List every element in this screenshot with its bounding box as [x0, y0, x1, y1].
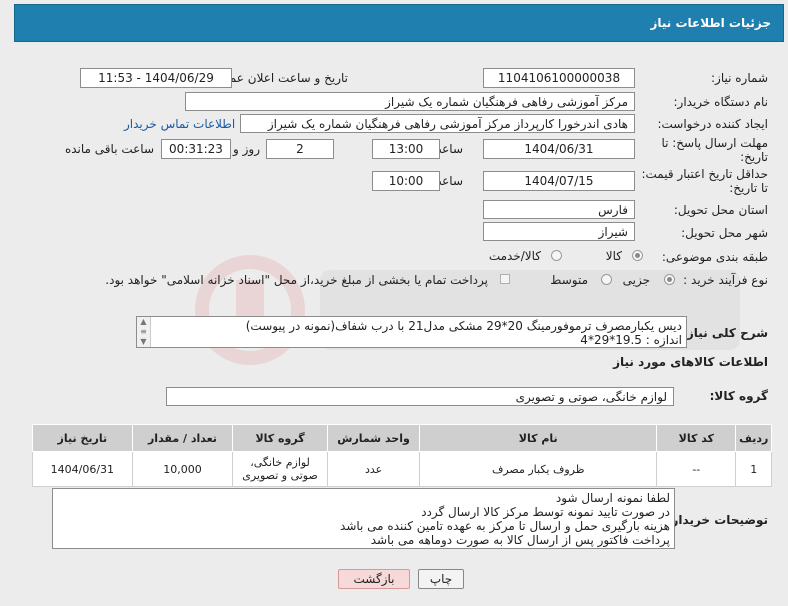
treasury-payment-checkbox[interactable] [500, 274, 510, 284]
description-line-1: دیس یکبارمصرف ترموفورمینگ 20*29 مشکی مدل… [245, 319, 682, 333]
deadline-label: مهلت ارسال پاسخ: تا [661, 136, 768, 150]
min-validity-label-date: تا تاریخ: [729, 181, 768, 195]
cell-code: -- [656, 451, 737, 487]
watermark-logo [195, 255, 740, 365]
category-goods-service-label: کالا/خدمت [488, 249, 541, 263]
table-row[interactable]: 1 -- ظروف یکبار مصرف عدد لوازم خانگی، صو… [32, 451, 772, 487]
goods-section-title: اطلاعات کالاهای مورد نیاز [613, 355, 768, 369]
cell-date: 1404/06/31 [32, 451, 133, 487]
category-goods-radio[interactable] [632, 250, 643, 261]
page-title: جزئیات اطلاعات نیاز [650, 16, 771, 30]
col-name: نام کالا [419, 424, 658, 452]
col-qty: تعداد / مقدار [131, 424, 234, 452]
treasury-payment-note: پرداخت تمام یا بخشی از مبلغ خرید،از محل … [105, 273, 488, 287]
request-creator-field: هادی اندرخورا کارپرداز مرکز آموزشی رفاهی… [240, 114, 635, 133]
cell-name: ظروف یکبار مصرف [419, 451, 658, 487]
scroll-up-icon: ▲ [140, 317, 147, 326]
buyer-note-line: در صورت تایید نمونه توسط مرکز کالا ارسال… [421, 505, 670, 519]
col-date: تاریخ نیاز [32, 424, 133, 452]
goods-group-label: گروه کالا: [709, 389, 768, 403]
page-header: جزئیات اطلاعات نیاز [14, 4, 784, 42]
cell-row: 1 [735, 451, 772, 487]
col-group: گروه کالا [232, 424, 328, 452]
col-row: ردیف [735, 424, 772, 452]
process-minor-label: جزیی [622, 273, 650, 287]
cell-qty: 10,000 [131, 451, 234, 487]
validity-time-field: 10:00 [372, 171, 440, 191]
remaining-time-field: 00:31:23 [161, 139, 231, 159]
purchase-process-label: نوع فرآیند خرید : [683, 273, 768, 287]
deadline-date-field: 1404/06/31 [483, 139, 635, 159]
cell-unit: عدد [326, 451, 421, 487]
category-goods-service-radio[interactable] [551, 250, 562, 261]
buyer-note-line: هزینه بارگیری حمل و ارسال تا مرکز به عهد… [340, 519, 670, 533]
description-line-2: اندازه : 19.5*29*4 [580, 333, 682, 347]
need-number-field: 1104106100000038 [483, 68, 635, 88]
city-field: شیراز [483, 222, 635, 241]
cell-group-line-2: صوتی و تصویری [242, 469, 318, 482]
remaining-time-label: ساعت باقی مانده [64, 142, 154, 156]
goods-group-field: لوازم خانگی، صوتی و تصویری [166, 387, 674, 406]
days-label: روز و [233, 142, 260, 156]
back-button[interactable]: بازگشت [338, 569, 410, 589]
province-label: استان محل تحویل: [673, 203, 768, 217]
buyer-org-label: نام دستگاه خریدار: [673, 95, 769, 109]
process-minor-radio[interactable] [664, 274, 675, 285]
buyer-notes-label: توضیحات خریدار: [666, 513, 768, 527]
description-label: شرح کلی نیاز: [682, 326, 768, 340]
category-goods-label: کالا [605, 249, 622, 263]
print-button[interactable]: چاپ [418, 569, 464, 589]
col-code: کد کالا [656, 424, 737, 452]
col-unit: واحد شمارش [326, 424, 421, 452]
scroll-grip-icon: ≡ [140, 327, 147, 336]
min-validity-label: حداقل تاریخ اعتبار قیمت: [641, 167, 768, 181]
goods-table-header: ردیف کد کالا نام کالا واحد شمارش گروه کا… [32, 424, 772, 452]
request-creator-label: ایجاد کننده درخواست: [657, 117, 768, 131]
buyer-note-line: پرداخت فاکتور پس از ارسال کالا به صورت د… [370, 533, 670, 547]
buyer-notes-textarea[interactable]: لطفا نمونه ارسال شود در صورت تایید نمونه… [52, 488, 675, 549]
process-medium-label: متوسط [550, 273, 588, 287]
announce-datetime-field: 1404/06/29 - 11:53 [80, 68, 232, 88]
description-textarea[interactable]: دیس یکبارمصرف ترموفورمینگ 20*29 مشکی مدل… [136, 316, 687, 348]
need-number-label: شماره نیاز: [711, 71, 768, 85]
cell-group-line-1: لوازم خانگی، [250, 456, 310, 469]
process-medium-radio[interactable] [601, 274, 612, 285]
category-label: طبقه بندی موضوعی: [661, 250, 768, 264]
buyer-contact-link[interactable]: اطلاعات تماس خریدار [124, 117, 235, 131]
city-label: شهر محل تحویل: [681, 226, 768, 240]
description-scrollbar[interactable]: ▲ ≡ ▼ [137, 317, 151, 347]
deadline-label-date: تاریخ: [740, 150, 768, 164]
cell-group: لوازم خانگی، صوتی و تصویری [232, 451, 328, 487]
remaining-days-field: 2 [266, 139, 334, 159]
goods-table: ردیف کد کالا نام کالا واحد شمارش گروه کا… [32, 424, 772, 487]
buyer-org-field: مرکز آموزشی رفاهی فرهنگیان شماره یک شیرا… [185, 92, 635, 111]
province-field: فارس [483, 200, 635, 219]
deadline-time-field: 13:00 [372, 139, 440, 159]
validity-date-field: 1404/07/15 [483, 171, 635, 191]
buyer-note-line: لطفا نمونه ارسال شود [555, 491, 670, 505]
scroll-down-icon: ▼ [140, 337, 147, 346]
